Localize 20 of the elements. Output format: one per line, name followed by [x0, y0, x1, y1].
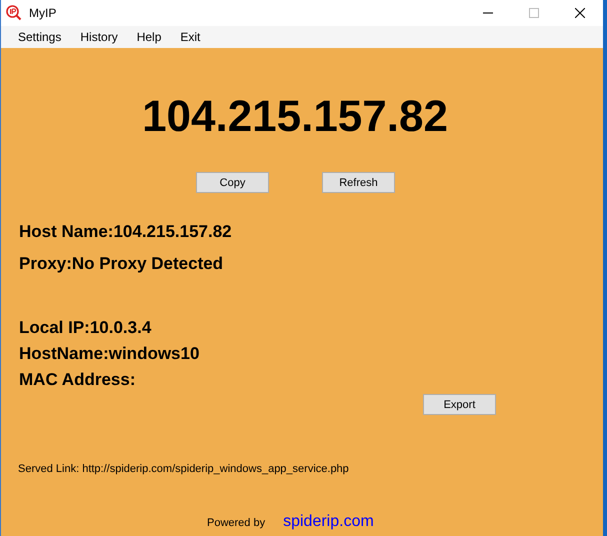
powered-by-label: Powered by — [207, 517, 266, 529]
menu-item[interactable]: Help — [130, 28, 168, 46]
action-button[interactable]: Copy — [196, 172, 269, 193]
info-line: Proxy:No Proxy Detected — [19, 254, 224, 274]
app-logo-icon — [6, 5, 22, 21]
export-button[interactable]: Export — [423, 394, 496, 415]
menu-item[interactable]: Settings — [11, 28, 68, 46]
close-icon — [575, 8, 585, 18]
window-title: MyIP — [29, 6, 56, 20]
site-link[interactable]: spiderip.com — [283, 513, 374, 531]
info-line: MAC Address: — [19, 370, 136, 390]
served-link-text: Served Link: http://spiderip.com/spiderip_windows_app_service.php — [18, 463, 349, 475]
menu-item[interactable]: Exit — [173, 28, 208, 46]
ip-address: 104.215.157.82 — [141, 92, 449, 142]
action-button[interactable]: Refresh — [322, 172, 395, 193]
info-line: Host Name:104.215.157.82 — [19, 222, 232, 242]
maximize-icon — [529, 8, 539, 18]
menu-item[interactable]: History — [73, 28, 125, 46]
info-line: HostName:windows10 — [19, 344, 200, 364]
info-line: Local IP:10.0.3.4 — [19, 318, 152, 338]
